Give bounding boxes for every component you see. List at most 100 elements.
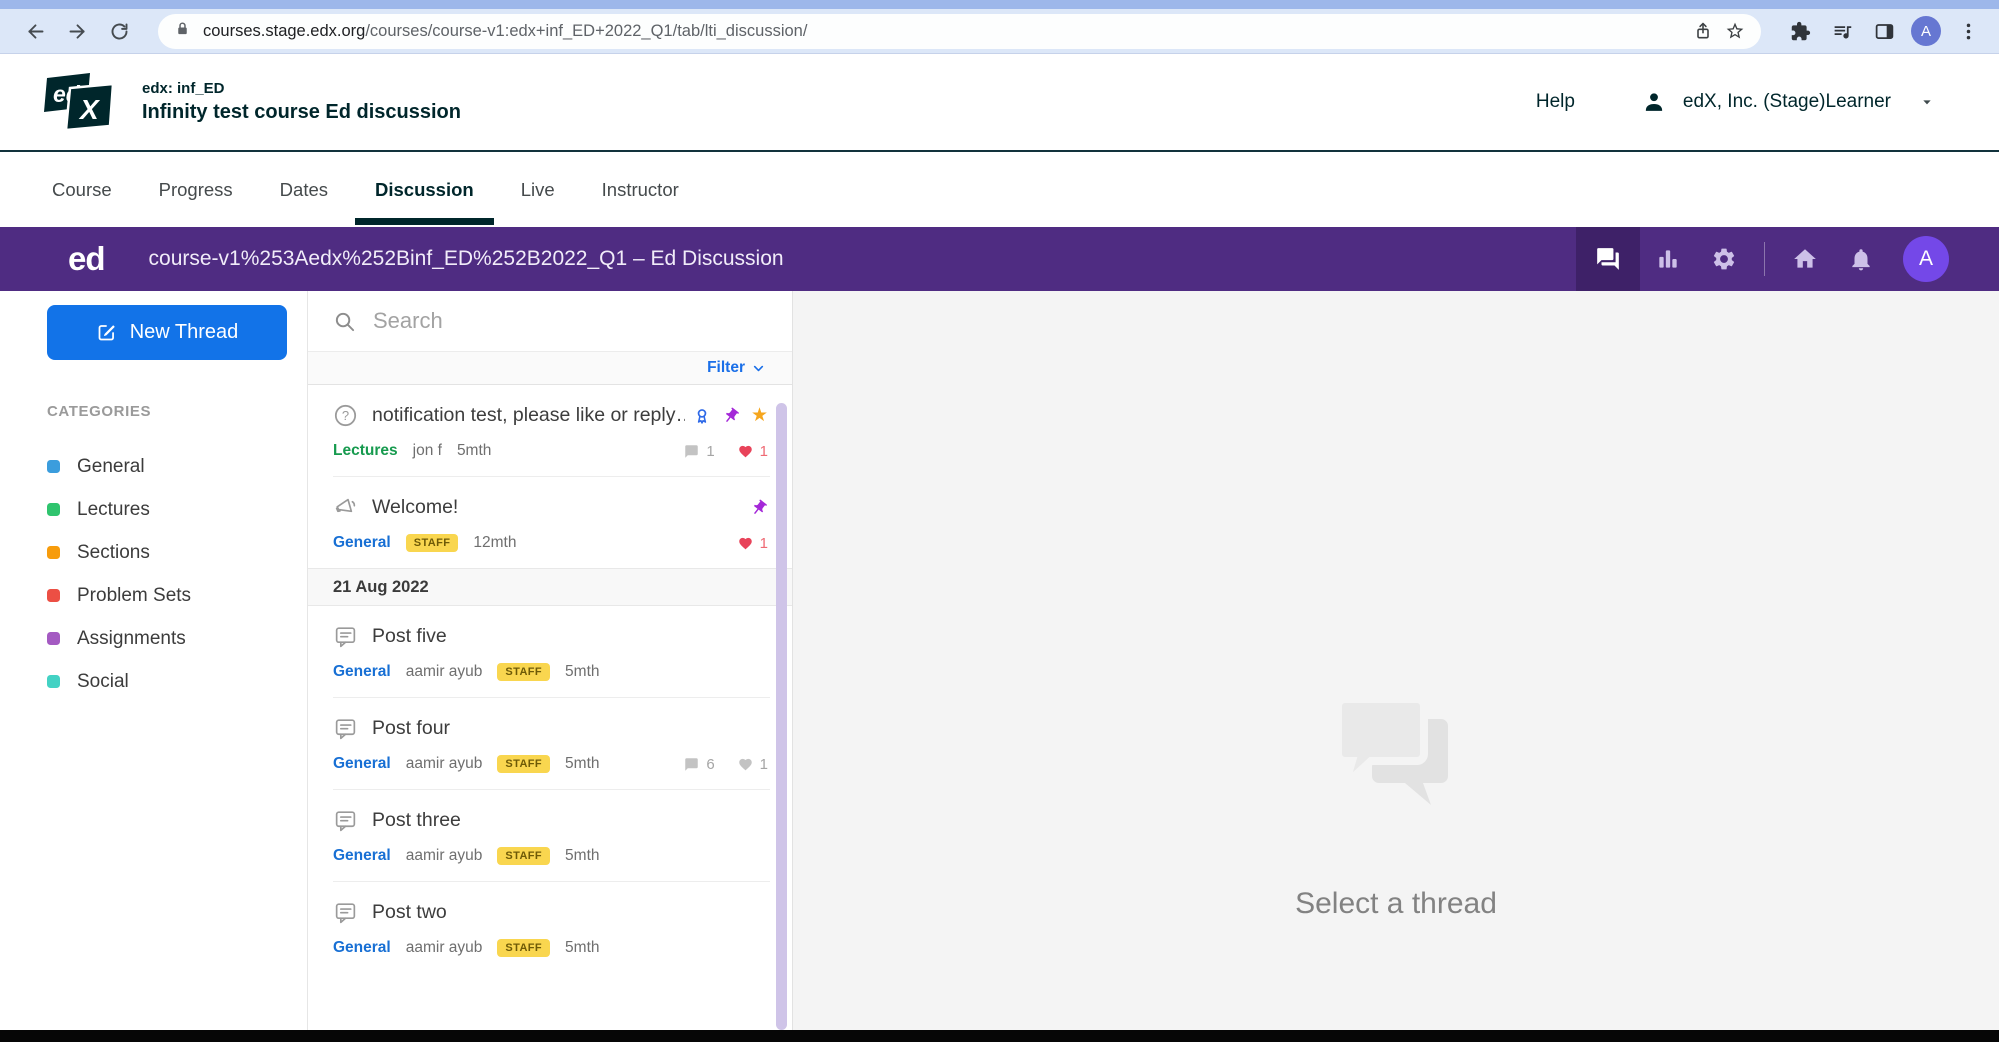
category-general[interactable]: General [47,445,307,488]
bookmark-star-icon[interactable] [1719,15,1751,47]
comment-count: 1 [706,443,714,460]
category-problem-sets[interactable]: Problem Sets [47,574,307,617]
empty-chat-bubbles-icon [1319,691,1473,821]
thread-item-welcome[interactable]: Welcome! General STAFF 12mth 1 [308,477,792,568]
tab-course[interactable]: Course [50,177,114,203]
heart-icon [738,757,753,772]
thread-age: 5mth [457,442,491,460]
course-org: edx: inf_ED [142,80,461,97]
menu-dots-icon[interactable] [1953,16,1983,46]
help-link[interactable]: Help [1536,91,1575,113]
thread-category[interactable]: General [333,663,391,681]
thread-title: Welcome! [372,496,742,519]
analytics-icon[interactable] [1640,227,1696,291]
reload-button[interactable] [102,14,136,48]
discussion-feed-icon[interactable] [1576,227,1640,291]
tab-discussion[interactable]: Discussion [373,177,476,203]
settings-gear-icon[interactable] [1696,227,1752,291]
categories-list: General Lectures Sections Problem Sets A… [47,445,307,703]
edx-header: ed X edx: inf_ED Infinity test course Ed… [0,54,1999,152]
thread-counts: 1 1 [668,443,768,460]
thread-age: 5mth [565,755,599,773]
window-bottom-edge [0,1030,1999,1042]
header-actions: Help edX, Inc. (Stage)Learner [1536,89,1935,115]
extensions-icon[interactable] [1785,16,1815,46]
ed-logo[interactable]: ed [68,240,105,278]
threads-scroll-area: ? notification test, please like or repl… [308,385,792,1030]
category-sections[interactable]: Sections [47,531,307,574]
category-lectures[interactable]: Lectures [47,488,307,531]
forward-button[interactable] [60,14,94,48]
thread-author: aamir ayub [406,939,483,957]
post-icon [333,808,358,833]
notifications-bell-icon[interactable] [1833,227,1889,291]
lock-icon [174,20,191,42]
category-swatch [47,589,60,602]
thread-item-post-three[interactable]: Post three General aamir ayub STAFF 5mth [308,790,792,881]
categories-sidebar: New Thread CATEGORIES General Lectures S… [0,291,307,1030]
chevron-down-icon [1919,94,1935,110]
browser-chrome: courses.stage.edx.org/courses/course-v1:… [0,0,1999,54]
url-path: /courses/course-v1:edx+inf_ED+2022_Q1/ta… [365,22,807,40]
like-count: 1 [760,443,768,460]
scrollbar[interactable] [776,403,787,1030]
new-thread-label: New Thread [130,321,239,344]
star-icon: ★ [751,407,768,425]
topbar-divider [1764,242,1765,276]
question-icon: ? [333,403,358,428]
like-count: 1 [760,535,768,552]
post-icon [333,900,358,925]
thread-item-post-four[interactable]: Post four General aamir ayub STAFF 5mth … [308,698,792,789]
course-tabbar: Course Progress Dates Discussion Live In… [0,152,1999,227]
back-button[interactable] [18,14,52,48]
endorsed-award-icon [693,407,711,425]
browser-toolbar: courses.stage.edx.org/courses/course-v1:… [0,9,1999,53]
category-assignments[interactable]: Assignments [47,617,307,660]
thread-category[interactable]: General [333,847,391,865]
category-swatch [47,675,60,688]
thread-category[interactable]: General [333,534,391,552]
thread-title: Post five [372,625,768,648]
edx-logo[interactable]: ed X [44,69,114,136]
compose-icon [96,322,117,343]
staff-badge: STAFF [497,847,550,865]
like-count: 1 [760,756,768,773]
staff-badge: STAFF [497,663,550,681]
tab-progress[interactable]: Progress [157,177,235,203]
thread-item-post-five[interactable]: Post five General aamir ayub STAFF 5mth [308,606,792,697]
thread-counts: 6 1 [668,756,768,773]
thread-category[interactable]: General [333,755,391,773]
reading-list-icon[interactable] [1827,16,1857,46]
staff-badge: STAFF [497,939,550,957]
tab-live[interactable]: Live [519,177,557,203]
chevron-down-icon [752,362,765,375]
tab-instructor[interactable]: Instructor [600,177,681,203]
category-swatch [47,503,60,516]
thread-title: Post four [372,717,768,740]
side-panel-icon[interactable] [1869,16,1899,46]
category-social[interactable]: Social [47,660,307,703]
thread-category[interactable]: Lectures [333,442,398,460]
address-bar[interactable]: courses.stage.edx.org/courses/course-v1:… [158,14,1761,49]
ed-user-avatar[interactable]: A [1903,236,1949,282]
thread-age: 5mth [565,847,599,865]
thread-category[interactable]: General [333,939,391,957]
account-menu[interactable]: edX, Inc. (Stage)Learner [1641,89,1935,115]
tab-dates[interactable]: Dates [278,177,330,203]
filter-bar: Filter [308,352,792,385]
thread-author: aamir ayub [406,847,483,865]
home-icon[interactable] [1777,227,1833,291]
announcement-megaphone-icon [333,495,358,520]
date-separator: 21 Aug 2022 [308,568,792,606]
ed-topbar-actions: A [1576,227,1999,291]
post-icon [333,624,358,649]
thread-title: Post two [372,901,768,924]
new-thread-button[interactable]: New Thread [47,305,287,360]
search-input[interactable] [373,308,772,334]
thread-item-post-two[interactable]: Post two General aamir ayub STAFF 5mth [308,882,792,973]
share-icon[interactable] [1687,15,1719,47]
browser-profile-avatar[interactable]: A [1911,16,1941,46]
thread-age: 12mth [473,534,516,552]
filter-button[interactable]: Filter [707,359,765,377]
thread-item-notification-test[interactable]: ? notification test, please like or repl… [308,385,792,476]
